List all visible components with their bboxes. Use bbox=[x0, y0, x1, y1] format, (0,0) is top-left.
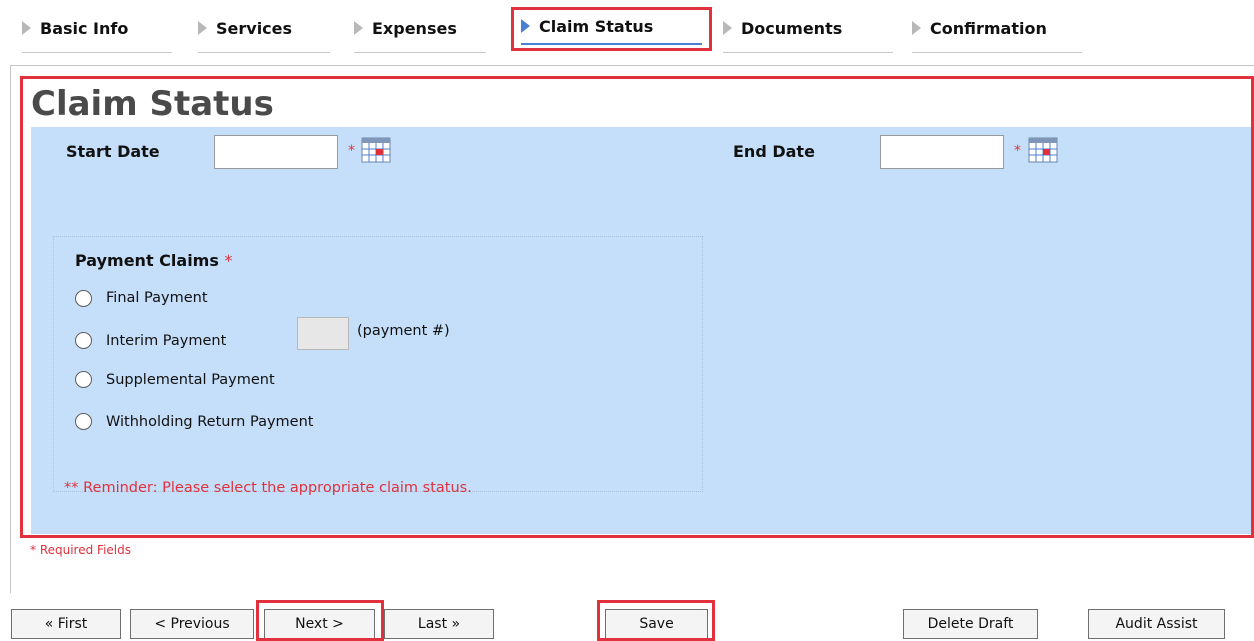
previous-button[interactable]: < Previous bbox=[130, 609, 254, 639]
tab-label: Services bbox=[216, 18, 293, 38]
triangle-right-icon bbox=[198, 21, 207, 35]
triangle-right-icon bbox=[912, 21, 921, 35]
triangle-right-icon bbox=[723, 21, 732, 35]
tab-underline bbox=[912, 52, 1082, 53]
triangle-right-icon bbox=[22, 21, 31, 35]
tab-confirmation[interactable]: Confirmation bbox=[912, 8, 1047, 48]
tab-basic-info[interactable]: Basic Info bbox=[22, 8, 128, 48]
first-button[interactable]: « First bbox=[11, 609, 121, 639]
last-button[interactable]: Last » bbox=[384, 609, 494, 639]
tab-expenses[interactable]: Expenses bbox=[354, 8, 457, 48]
active-tab-highlight bbox=[511, 7, 712, 51]
required-fields-note: * Required Fields bbox=[30, 543, 131, 557]
tab-underline bbox=[22, 52, 172, 53]
audit-assist-button[interactable]: Audit Assist bbox=[1088, 609, 1225, 639]
tab-documents[interactable]: Documents bbox=[723, 8, 842, 48]
tab-underline bbox=[198, 52, 330, 53]
tab-services[interactable]: Services bbox=[198, 8, 292, 48]
tab-label: Documents bbox=[741, 18, 843, 38]
claim-status-highlight bbox=[20, 76, 1254, 538]
tab-underline bbox=[354, 52, 486, 53]
tab-label: Basic Info bbox=[40, 18, 129, 38]
tab-label: Expenses bbox=[372, 18, 457, 38]
next-button-highlight bbox=[256, 600, 384, 641]
tab-label: Confirmation bbox=[930, 18, 1047, 38]
tab-underline bbox=[723, 52, 893, 53]
delete-draft-button[interactable]: Delete Draft bbox=[903, 609, 1038, 639]
save-button-highlight bbox=[597, 600, 715, 641]
triangle-right-icon bbox=[354, 21, 363, 35]
